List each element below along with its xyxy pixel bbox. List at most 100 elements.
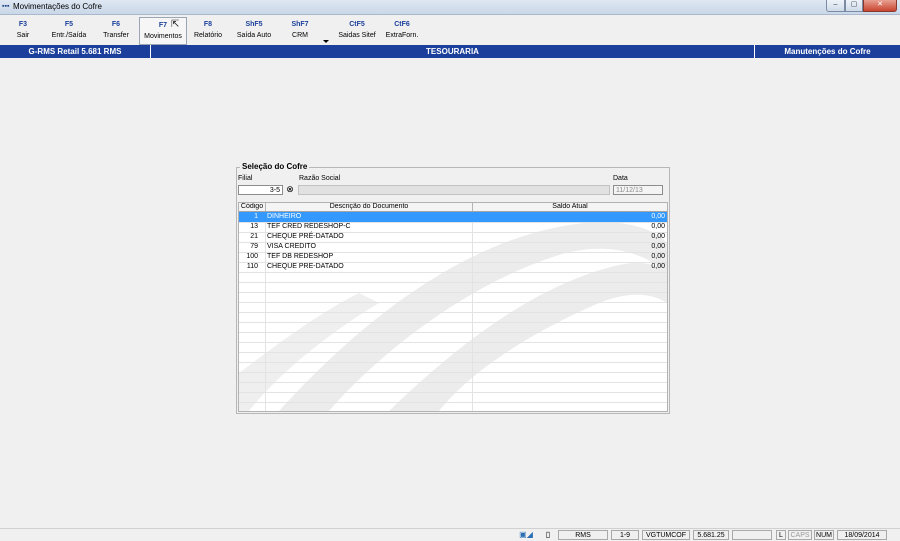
toolbar-label: Relatório [193,32,222,39]
row-line [239,392,667,393]
cell-saldo: 0,00 [651,243,665,250]
toolbar-label: Saída Auto [236,32,272,39]
table-row-selected[interactable]: 1 DINHEIRO 0,00 [239,212,667,222]
cell-descricao: VISA CREDITO [267,243,316,250]
maximize-button[interactable]: ▢ [845,0,863,12]
toolbar-button-entr-saida[interactable]: F5 Entr./Saída [48,17,90,43]
status-l: L [776,530,786,540]
group-title: Seleção do Cofre [240,162,310,172]
row-line [239,402,667,403]
filial-input[interactable]: 3-5 [238,185,283,195]
status-program: VGTUMCOF [642,530,690,540]
binoculars-search-icon[interactable]: ⊗ [284,184,296,195]
data-label: Data [613,175,628,182]
row-line [239,312,667,313]
toolbar-button-relatorio[interactable]: F8 Relatório [191,17,225,43]
toolbar-key: F6 [111,21,121,28]
toolbar-key: ShF7 [291,21,309,28]
network-icon: ▣◢ [519,530,533,539]
cell-saldo: 0,00 [651,253,665,260]
toolbar-label: CRM [292,32,308,39]
cell-descricao: CHEQUE PRÉ-DATADO [267,233,344,240]
cell-descricao: CHEQUE PRE-DATADO [267,263,344,270]
table-row[interactable]: 110 CHEQUE PRE-DATADO 0,00 [239,262,667,272]
table-row[interactable]: 13 TEF CRED REDESHOP-C 0,00 [239,222,667,232]
row-line [239,282,667,283]
toolbar-button-movimentos[interactable]: F7 Movimentos [139,17,187,45]
toolbar-button-saidas-sitef[interactable]: CtF5 Saidas Sitef [337,17,377,43]
toolbar-button-saida-auto[interactable]: ShF5 Saída Auto [234,17,274,43]
toolbar-label: ExtraForn. [385,32,419,39]
window-title: Movimentações do Cofre [13,2,102,11]
row-line [239,352,667,353]
status-date: 18/09/2014 [837,530,887,540]
table-row[interactable]: 21 CHEQUE PRÉ-DATADO 0,00 [239,232,667,242]
clipboard-icon: ▯ [545,530,551,539]
toolbar-key: F3 [18,21,28,28]
status-rms: RMS [558,530,608,540]
documents-table[interactable]: Código Descrição do Documento Saldo Atua… [238,202,668,412]
row-line [239,302,667,303]
status-range: 1-9 [611,530,639,540]
cell-saldo: 0,00 [651,233,665,240]
function-toolbar: F3 Sair F5 Entr./Saída F6 Transfer F7 Mo… [0,15,900,45]
status-empty [732,530,772,540]
cell-codigo: 13 [250,223,258,230]
table-row[interactable]: 79 VISA CREDITO 0,00 [239,242,667,252]
screen-name: Manutenções do Cofre [784,47,871,56]
toolbar-button-transfer[interactable]: F6 Transfer [100,17,132,43]
toolbar-button-extraforn[interactable]: CtF6 ExtraForn. [383,17,421,43]
close-button[interactable]: ✕ [863,0,897,12]
table-row[interactable]: 100 TEF DB REDESHOP 0,00 [239,252,667,262]
date-field[interactable]: 11/12/13 [613,185,663,195]
row-line [239,322,667,323]
cell-saldo: 0,00 [651,263,665,270]
toolbar-button-sair[interactable]: F3 Sair [10,17,36,43]
cell-codigo: 110 [246,263,258,270]
toolbar-label: Sair [16,32,30,39]
row-line [239,332,667,333]
filial-label: Filial [238,175,253,182]
cell-descricao: TEF CRED REDESHOP-C [267,223,351,230]
table-header: Código Descrição do Documento Saldo Atua… [239,203,667,212]
app-version: G-RMS Retail 5.681 RMS [28,47,122,56]
module-name: TESOURARIA [426,47,479,56]
row-line [239,272,667,273]
cell-codigo: 1 [254,213,258,220]
toolbar-key: CtF5 [349,21,365,28]
status-caps: CAPS [788,530,812,540]
toolbar-button-crm[interactable]: ShF7 CRM [285,17,315,43]
column-header-descricao[interactable]: Descrição do Documento [266,203,473,211]
row-line [239,292,667,293]
mouse-cursor-icon: ⇱ [171,19,180,30]
status-version: 5.681.25 [693,530,729,540]
window-controls: – ▢ ✕ [826,0,897,12]
cell-descricao: DINHEIRO [267,213,302,220]
row-line [239,342,667,343]
toolbar-label: Movimentos [144,33,182,40]
toolbar-key: F8 [203,21,213,28]
cell-codigo: 100 [246,253,258,260]
title-bar: ▪▪▪ Movimentações do Cofre – ▢ ✕ [0,0,900,15]
row-line [239,382,667,383]
column-header-codigo[interactable]: Código [239,203,266,211]
app-icon: ▪▪▪ [2,3,10,10]
cell-descricao: TEF DB REDESHOP [267,253,334,260]
minimize-button[interactable]: – [826,0,845,12]
toolbar-label: Entr./Saída [51,32,87,39]
razao-social-field [298,185,610,195]
cell-codigo: 79 [250,243,258,250]
column-header-saldo[interactable]: Saldo Atual [473,203,667,211]
row-line [239,362,667,363]
dropdown-arrow-icon[interactable] [323,40,329,43]
status-num: NUM [814,530,834,540]
row-line [239,372,667,373]
cell-saldo: 0,00 [651,223,665,230]
module-header: G-RMS Retail 5.681 RMS TESOURARIA Manute… [0,45,900,58]
cell-codigo: 21 [250,233,258,240]
status-bar: ▣◢ ▯ RMS 1-9 VGTUMCOF 5.681.25 L CAPS NU… [0,528,900,541]
razao-social-label: Razão Social [299,175,341,182]
cell-saldo: 0,00 [651,213,665,220]
toolbar-label: Saidas Sitef [338,32,376,39]
toolbar-label: Transfer [103,32,129,39]
